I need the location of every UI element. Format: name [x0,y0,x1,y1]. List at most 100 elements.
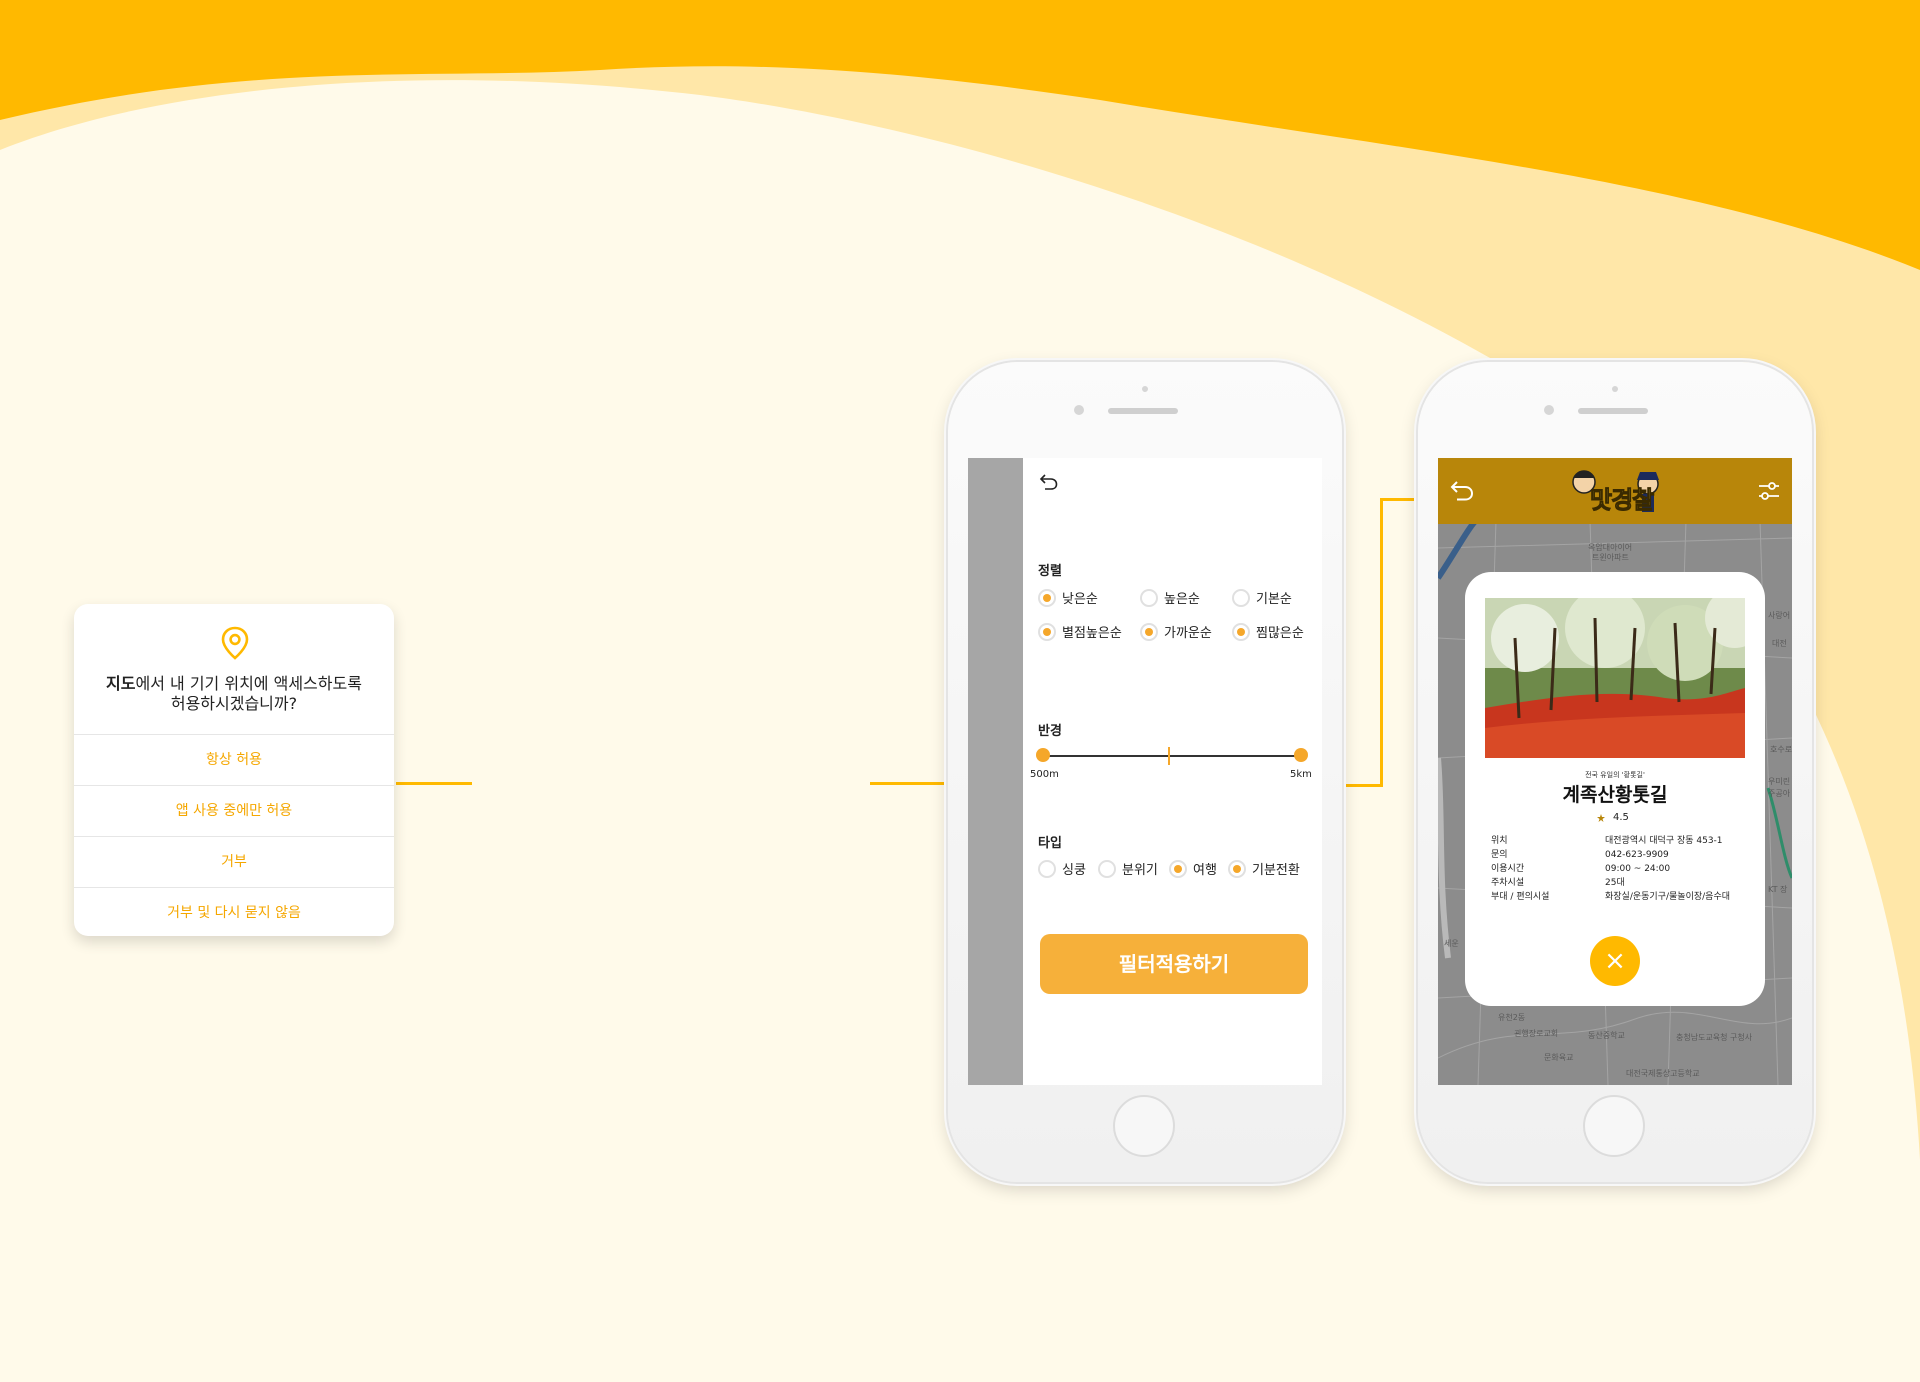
place-photo [1485,598,1745,758]
type-option-1[interactable]: 싱쿵 [1038,859,1086,878]
phone-detail: 옥암대아이어 트윈아파트 유천2동 괸행장로교회 동산중학교 충청남도교육청 구… [1418,362,1812,1182]
radius-slider-min-handle[interactable] [1036,748,1050,762]
question-line2: 허용하시겠습니까? [170,694,298,713]
phone-filter: 정렬 낮은순 높은순 기본순 별점높은순 가까운순 찜많은순 반경 500m 5… [948,362,1342,1182]
connector-middle [870,782,944,785]
allow-while-using-button[interactable]: 앱 사용 중에만 허용 [74,785,394,836]
map-label: 괸행장로교회 [1514,1029,1559,1038]
app-logo: 맛경찰 [1566,464,1666,518]
radius-slider-max-handle[interactable] [1294,748,1308,762]
close-button[interactable]: × [1590,936,1640,986]
home-button[interactable] [1583,1095,1645,1157]
radio-label: 여행 [1193,863,1217,878]
sort-option-low[interactable]: 낮은순 [1038,588,1098,607]
map-label: 주공아 [1768,789,1791,798]
info-key: 이용시간 [1491,864,1525,874]
radio-label: 높은순 [1164,592,1200,607]
sort-option-nearest[interactable]: 가까운순 [1140,622,1212,641]
radio-circle [1228,859,1246,878]
radio-circle [1038,859,1056,878]
app-logo-text: 맛경찰 [1589,486,1654,515]
info-key: 주차시설 [1491,878,1525,888]
sort-option-high[interactable]: 높은순 [1140,588,1200,607]
connector-right-h2 [1380,498,1416,501]
home-button[interactable] [1113,1095,1175,1157]
type-option-2[interactable]: 분위기 [1098,859,1158,878]
radio-circle [1038,588,1056,607]
info-value: 화장실/운동기구/물놀이장/음수대 [1605,892,1731,902]
info-key: 부대 / 편의시설 [1491,892,1550,902]
map-label: 충청남도교육청 구청사 [1676,1033,1753,1042]
radio-circle [1169,859,1187,878]
dimmed-overlay[interactable] [968,458,1023,1085]
radius-min-label: 500m [1030,769,1059,780]
place-name: 계족산황톳길 [1562,784,1668,806]
question-bold: 지도 [106,674,136,693]
speaker [1578,408,1648,414]
sort-option-most-saved[interactable]: 찜많은순 [1232,622,1304,641]
app-header: 맛경찰 [1438,458,1792,524]
allow-always-button[interactable]: 항상 허용 [74,734,394,785]
type-option-4[interactable]: 기분전환 [1228,859,1300,878]
info-row-hours: 이용시간 09:00 ~ 24:00 [1491,862,1751,876]
radio-label: 낮은순 [1062,592,1098,607]
type-option-3[interactable]: 여행 [1169,859,1217,878]
sort-title: 정렬 [1038,564,1062,579]
radio-circle [1232,622,1250,641]
radio-label: 싱쿵 [1062,863,1086,878]
radio-circle [1232,588,1250,607]
back-arrow-icon[interactable] [1038,472,1060,492]
rating-value: 4.5 [1613,812,1629,823]
deny-dont-ask-button[interactable]: 거부 및 다시 묻지 않음 [74,887,394,936]
place-detail-card: 전국 유일의 '황톳길' 계족산황톳길 4.5 위치 대전광역시 대덕구 장동 4… [1465,572,1765,1006]
rating-icon [1597,813,1605,822]
info-key: 위치 [1491,836,1508,846]
place-info-table: 위치 대전광역시 대덕구 장동 453-1 문의 042-623-9909 이용시간… [1491,834,1751,904]
map-label: 대전 [1772,639,1787,648]
radio-circle [1098,859,1116,878]
info-row-location: 위치 대전광역시 대덕구 장동 453-1 [1491,834,1751,848]
sort-option-default[interactable]: 기본순 [1232,588,1292,607]
type-title: 타입 [1038,836,1062,851]
front-camera [1544,405,1554,415]
radio-label: 별점높은순 [1062,626,1122,641]
radio-label: 분위기 [1122,863,1158,878]
map-label: 유천2동 [1498,1013,1526,1022]
radius-max-label: 5km [1290,769,1312,780]
info-value: 25대 [1605,878,1625,888]
connector-right-h1 [1346,784,1382,787]
radius-slider-mid-tick [1168,747,1170,765]
location-pin-icon [221,626,249,660]
filter-screen: 정렬 낮은순 높은순 기본순 별점높은순 가까운순 찜많은순 반경 500m 5… [968,458,1322,1085]
info-value: 대전광역시 대덕구 장동 453-1 [1605,836,1723,846]
radio-circle [1140,622,1158,641]
sliders-icon[interactable] [1756,478,1782,504]
back-arrow-icon[interactable] [1448,478,1476,504]
radio-label: 기본순 [1256,592,1292,607]
speaker [1108,408,1178,414]
map-label: KT 장 [1768,885,1788,894]
permission-question: 지도에서 내 기기 위치에 액세스하도록 허용하시겠습니까? [84,674,384,714]
detail-screen: 옥암대아이어 트윈아파트 유천2동 괸행장로교회 동산중학교 충청남도교육청 구… [1438,458,1792,1085]
sort-option-rating[interactable]: 별점높은순 [1038,622,1122,641]
apply-filter-button[interactable]: 필터적용하기 [1040,934,1308,994]
map-label: 호수로 [1770,745,1792,754]
deny-button[interactable]: 거부 [74,836,394,887]
info-row-parking: 주차시설 25대 [1491,876,1751,890]
info-row-contact: 문의 042-623-9909 [1491,848,1751,862]
question-rest: 에서 내 기기 위치에 액세스하도록 [135,674,362,693]
permission-header: 지도에서 내 기기 위치에 액세스하도록 허용하시겠습니까? [74,604,394,734]
map-label: 세운 [1444,939,1459,948]
radio-label: 기분전환 [1252,863,1300,878]
place-rating: 4.5 [1597,812,1629,823]
info-key: 문의 [1491,850,1508,860]
radio-circle [1038,622,1056,641]
map-label: 사랑어 [1768,611,1791,620]
map-label: 우미린 [1768,777,1791,786]
front-camera [1074,405,1084,415]
map-label: 트윈아파트 [1592,553,1629,562]
info-value[interactable]: 042-623-9909 [1605,848,1751,862]
location-permission-dialog: 지도에서 내 기기 위치에 액세스하도록 허용하시겠습니까? 항상 허용 앱 사… [74,604,394,936]
radius-title: 반경 [1038,724,1062,739]
place-subtitle: 전국 유일의 '황톳길' [1585,771,1645,779]
